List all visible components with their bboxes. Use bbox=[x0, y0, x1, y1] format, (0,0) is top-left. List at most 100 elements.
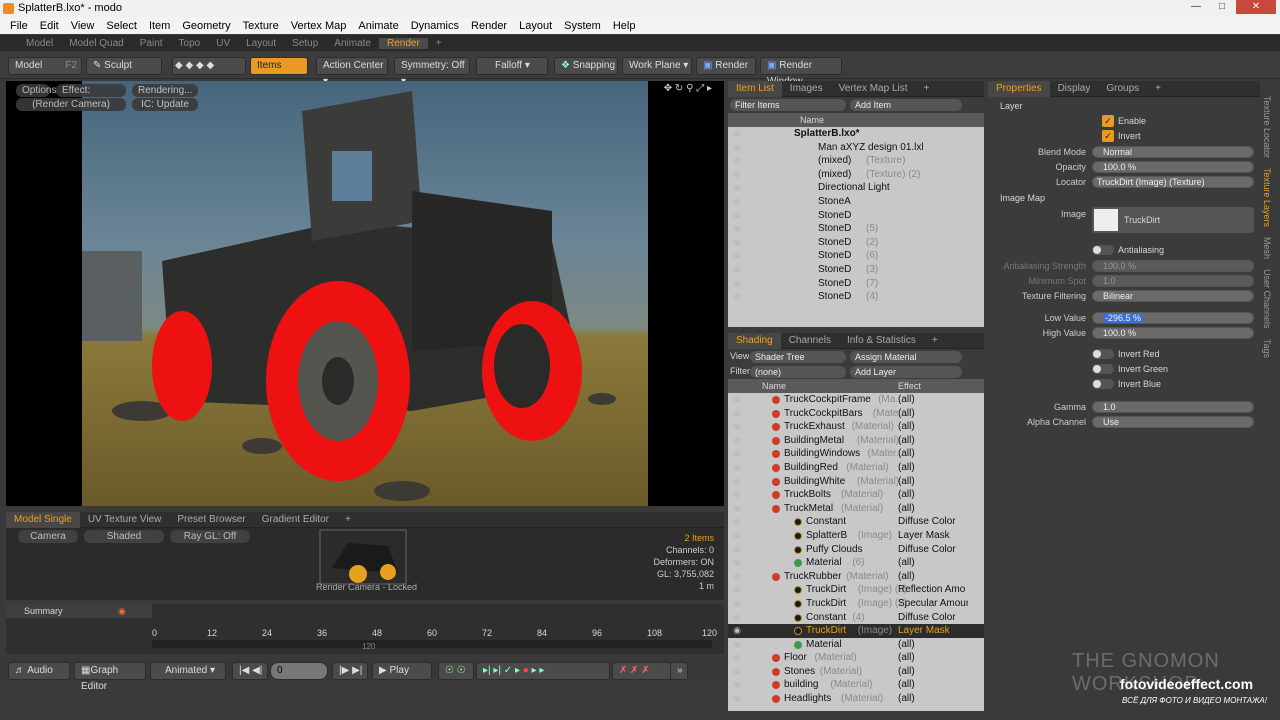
menu-file[interactable]: File bbox=[4, 20, 34, 32]
menu-view[interactable]: View bbox=[65, 20, 101, 32]
enable-checkbox[interactable]: ✓ bbox=[1102, 115, 1114, 127]
opacity-field[interactable]: 100.0 % bbox=[1092, 161, 1254, 173]
high-value-field[interactable]: 100.0 % bbox=[1092, 327, 1254, 339]
texture-filtering-dropdown[interactable]: Bilinear bbox=[1092, 290, 1254, 302]
item-list-rows[interactable]: ◉ SplatterB.lxo* ◉ Man aXYZ design 01.lxl ◉ (… bbox=[728, 127, 984, 327]
invert-blue-toggle[interactable] bbox=[1092, 379, 1114, 389]
tab-model-single[interactable]: Model Single bbox=[6, 511, 80, 528]
table-row[interactable]: ◉ Constant Diffuse Color bbox=[728, 515, 984, 529]
add-tab-button[interactable]: + bbox=[924, 335, 946, 346]
table-row[interactable]: ◉ BuildingMetal (Material) (all) bbox=[728, 434, 984, 448]
table-row[interactable]: ◉ TruckCockpitBars (Mate... (all) bbox=[728, 407, 984, 421]
maximize-view-icon[interactable]: ⤢ bbox=[696, 83, 704, 94]
table-row[interactable]: ◉ BuildingWindows (Mater... (all) bbox=[728, 447, 984, 461]
add-layer-dropdown[interactable]: Add Layer bbox=[850, 366, 962, 378]
visibility-eye-icon[interactable]: ◉ bbox=[730, 570, 744, 584]
table-row[interactable]: ◉ TruckCockpitFrame (Ma... (all) bbox=[728, 393, 984, 407]
list-item[interactable]: ◉ StoneD (5) bbox=[728, 222, 984, 236]
graph-editor-button[interactable]: ▦Graph Editor bbox=[74, 662, 146, 692]
invert-red-toggle[interactable] bbox=[1092, 349, 1114, 359]
tab-display[interactable]: Display bbox=[1050, 83, 1099, 94]
timeline-summary-row[interactable]: Summary ◉ bbox=[6, 604, 152, 618]
list-item[interactable]: ◉ StoneD (2) bbox=[728, 236, 984, 250]
visibility-eye-icon[interactable]: ◉ bbox=[730, 209, 744, 223]
tab-item-list[interactable]: Item List bbox=[728, 80, 782, 97]
visibility-eye-icon[interactable]: ◉ bbox=[730, 638, 744, 652]
visibility-eye-icon[interactable]: ◉ bbox=[730, 236, 744, 250]
list-item[interactable]: ◉ Man aXYZ design 01.lxl bbox=[728, 141, 984, 155]
viewport-menu-icon[interactable]: ▸ bbox=[707, 83, 712, 94]
keyframe-tools[interactable]: ▸| ▸| ✓ ▸ ● ▸ ▸ bbox=[476, 662, 610, 680]
gamma-field[interactable]: 1.0 bbox=[1092, 401, 1254, 413]
visibility-eye-icon[interactable]: ◉ bbox=[730, 447, 744, 461]
material-mode-icon[interactable]: ◆ bbox=[206, 60, 214, 71]
locator-dropdown[interactable]: TruckDirt (Image) (Texture) bbox=[1092, 176, 1254, 188]
side-tab-texture-layers[interactable]: Texture Layers bbox=[1262, 168, 1272, 227]
table-row[interactable]: ◉ TruckRubber (Material) (all) bbox=[728, 570, 984, 584]
filter-dropdown[interactable]: (none) bbox=[750, 366, 846, 378]
filter-items-dropdown[interactable]: Filter Items bbox=[730, 99, 846, 111]
more-options-button[interactable]: » bbox=[670, 662, 688, 680]
side-tab-mesh[interactable]: Mesh bbox=[1262, 237, 1272, 259]
invert-green-toggle[interactable] bbox=[1092, 364, 1114, 374]
preview-raygl-dropdown[interactable]: Ray GL: Off bbox=[170, 530, 250, 543]
tab-preset-browser[interactable]: Preset Browser bbox=[169, 514, 253, 525]
falloff-dropdown[interactable]: Falloff ▾ bbox=[476, 57, 548, 75]
menu-dynamics[interactable]: Dynamics bbox=[405, 20, 465, 32]
menu-system[interactable]: System bbox=[558, 20, 607, 32]
menu-texture[interactable]: Texture bbox=[237, 20, 285, 32]
tab-groups[interactable]: Groups bbox=[1098, 83, 1147, 94]
menu-render[interactable]: Render bbox=[465, 20, 513, 32]
table-row[interactable]: ◉ TruckDirt (Image) Layer Mask bbox=[728, 624, 984, 638]
viewport-effect-dropdown[interactable]: Effect: (Shadi... bbox=[56, 84, 126, 97]
visibility-eye-icon[interactable]: ◉ bbox=[730, 502, 744, 516]
maximize-button[interactable]: □ bbox=[1210, 0, 1234, 14]
tab-render[interactable]: Render bbox=[378, 37, 428, 49]
visibility-eye-icon[interactable]: ◉ bbox=[730, 154, 744, 168]
tab-uv[interactable]: UV bbox=[208, 38, 238, 49]
action-center-dropdown[interactable]: Action Center ▾ bbox=[316, 57, 388, 87]
table-row[interactable]: ◉ TruckDirt (Image) (2) Specular Amount bbox=[728, 597, 984, 611]
preview-shaded-dropdown[interactable]: Shaded bbox=[84, 530, 164, 543]
list-item[interactable]: ◉ StoneD (3) bbox=[728, 263, 984, 277]
menu-animate[interactable]: Animate bbox=[352, 20, 404, 32]
add-item-dropdown[interactable]: Add Item bbox=[850, 99, 962, 111]
animated-dropdown[interactable]: Animated ▾ bbox=[150, 662, 226, 680]
visibility-eye-icon[interactable]: ◉ bbox=[730, 597, 744, 611]
visibility-eye-icon[interactable]: ◉ bbox=[730, 420, 744, 434]
viewport-camera-dropdown[interactable]: (Render Camera) bbox=[16, 98, 126, 111]
menu-vertex-map[interactable]: Vertex Map bbox=[285, 20, 353, 32]
list-item[interactable]: ◉ StoneD (6) bbox=[728, 249, 984, 263]
table-row[interactable]: ◉ TruckBolts (Material) (all) bbox=[728, 488, 984, 502]
minimize-button[interactable]: — bbox=[1184, 0, 1208, 14]
table-row[interactable]: ◉ Headlights (Material) (all) bbox=[728, 692, 984, 706]
tab-paint[interactable]: Paint bbox=[132, 38, 171, 49]
blend-mode-dropdown[interactable]: Normal bbox=[1092, 146, 1254, 158]
visibility-eye-icon[interactable]: ◉ bbox=[730, 678, 744, 692]
selection-mode-buttons[interactable]: ◆ ◆ ◆ ◆ bbox=[172, 57, 246, 75]
menu-layout[interactable]: Layout bbox=[513, 20, 558, 32]
side-tab-user-channels[interactable]: User Channels bbox=[1262, 269, 1272, 329]
visibility-eye-icon[interactable]: ◉ bbox=[730, 488, 744, 502]
visibility-eye-icon[interactable]: ◉ bbox=[730, 556, 744, 570]
visibility-eye-icon[interactable]: ◉ bbox=[730, 611, 744, 625]
items-mode-button[interactable]: Items bbox=[250, 57, 308, 75]
menu-item[interactable]: Item bbox=[143, 20, 176, 32]
tab-model-quad[interactable]: Model Quad bbox=[61, 38, 131, 49]
symmetry-dropdown[interactable]: Symmetry: Off ▾ bbox=[394, 57, 470, 87]
alpha-channel-dropdown[interactable]: Use bbox=[1092, 416, 1254, 428]
list-item[interactable]: ◉ Directional Light bbox=[728, 181, 984, 195]
timeline[interactable]: Summary ◉ 0 12 24 36 48 60 72 84 96 108 120 120 bbox=[6, 604, 724, 654]
tab-gradient-editor[interactable]: Gradient Editor bbox=[254, 514, 337, 525]
visibility-eye-icon[interactable]: ◉ bbox=[730, 195, 744, 209]
side-tab-tags[interactable]: Tags bbox=[1262, 339, 1272, 358]
move-view-icon[interactable]: ✥ bbox=[664, 83, 672, 94]
list-item[interactable]: ◉ (mixed) (Texture) (2) bbox=[728, 168, 984, 182]
add-layout-tab-button[interactable]: + bbox=[428, 38, 450, 49]
table-row[interactable]: ◉ Material (all) bbox=[728, 638, 984, 652]
table-row[interactable]: ◉TruckDirt(Image) (3)Reflection Amo ... bbox=[728, 583, 984, 597]
tab-info-statistics[interactable]: Info & Statistics bbox=[839, 335, 924, 346]
table-row[interactable]: ◉ Constant (4) Diffuse Color bbox=[728, 611, 984, 625]
edge-mode-icon[interactable]: ◆ bbox=[185, 60, 193, 71]
aa-strength-field[interactable]: 100.0 % bbox=[1092, 260, 1254, 272]
